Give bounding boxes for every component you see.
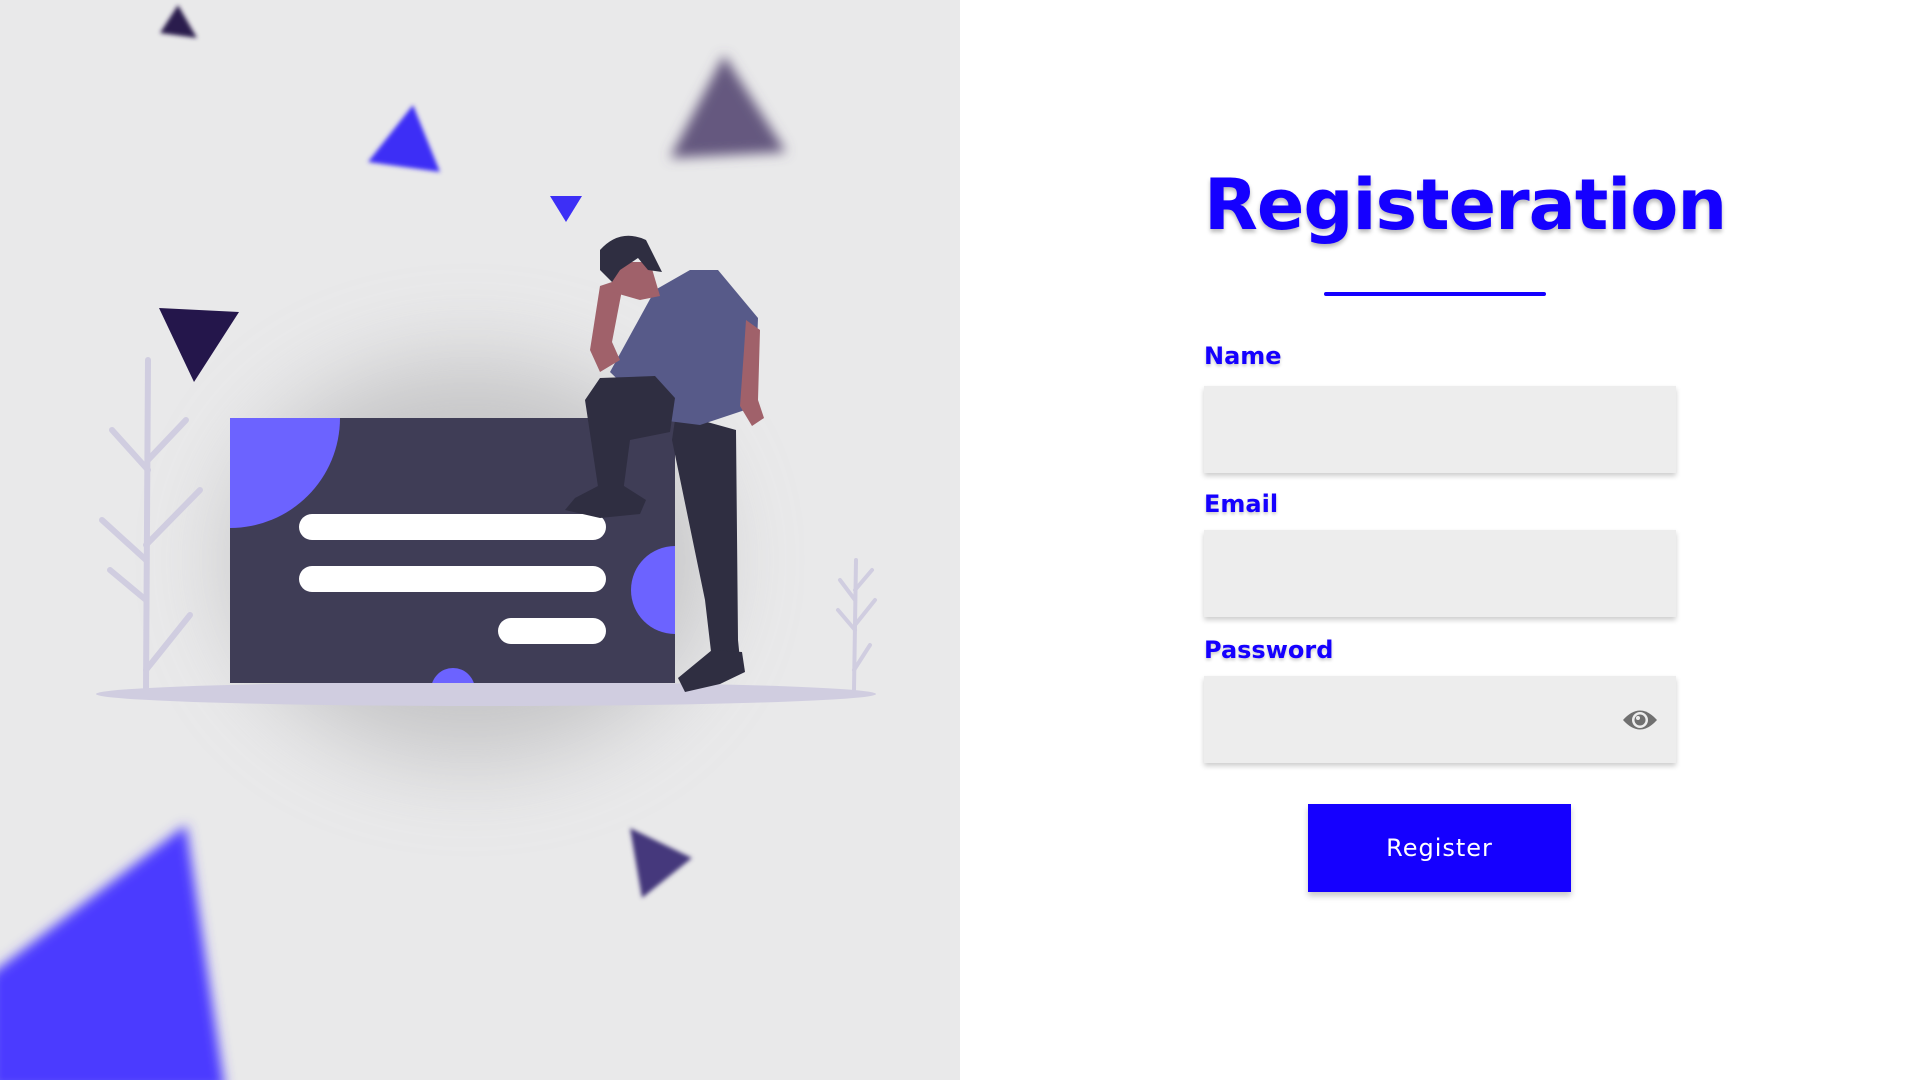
title-underline (1324, 292, 1546, 296)
triangle-decoration (630, 828, 692, 898)
ground (96, 682, 876, 706)
name-input[interactable] (1204, 386, 1676, 473)
plant-right (836, 558, 877, 692)
card-line (299, 514, 606, 540)
register-button[interactable]: Register (1308, 804, 1571, 892)
password-input[interactable] (1204, 676, 1676, 763)
email-input[interactable] (1204, 530, 1676, 617)
triangle-decoration (159, 308, 239, 382)
name-label: Name (1204, 342, 1282, 370)
triangle-decoration (550, 196, 582, 222)
card-line (299, 566, 606, 592)
plant-left (99, 357, 203, 693)
password-label: Password (1204, 636, 1334, 664)
triangle-decoration (368, 105, 440, 172)
registration-page: Registeration Name Email Password Regist… (0, 0, 1920, 1080)
triangle-decoration (670, 55, 786, 158)
triangle-decoration (160, 5, 197, 38)
email-label: Email (1204, 490, 1279, 518)
eye-icon[interactable] (1622, 707, 1658, 733)
illustration-panel (0, 0, 960, 1080)
form-panel: Registeration Name Email Password Regist… (960, 0, 1920, 1080)
page-title: Registeration (1204, 164, 1727, 246)
card-circle (230, 418, 340, 528)
card-line (498, 618, 606, 644)
register-illustration (0, 5, 877, 1080)
registration-form: Registeration Name Email Password Regist… (1204, 150, 1727, 892)
triangle-decoration (0, 825, 224, 1080)
